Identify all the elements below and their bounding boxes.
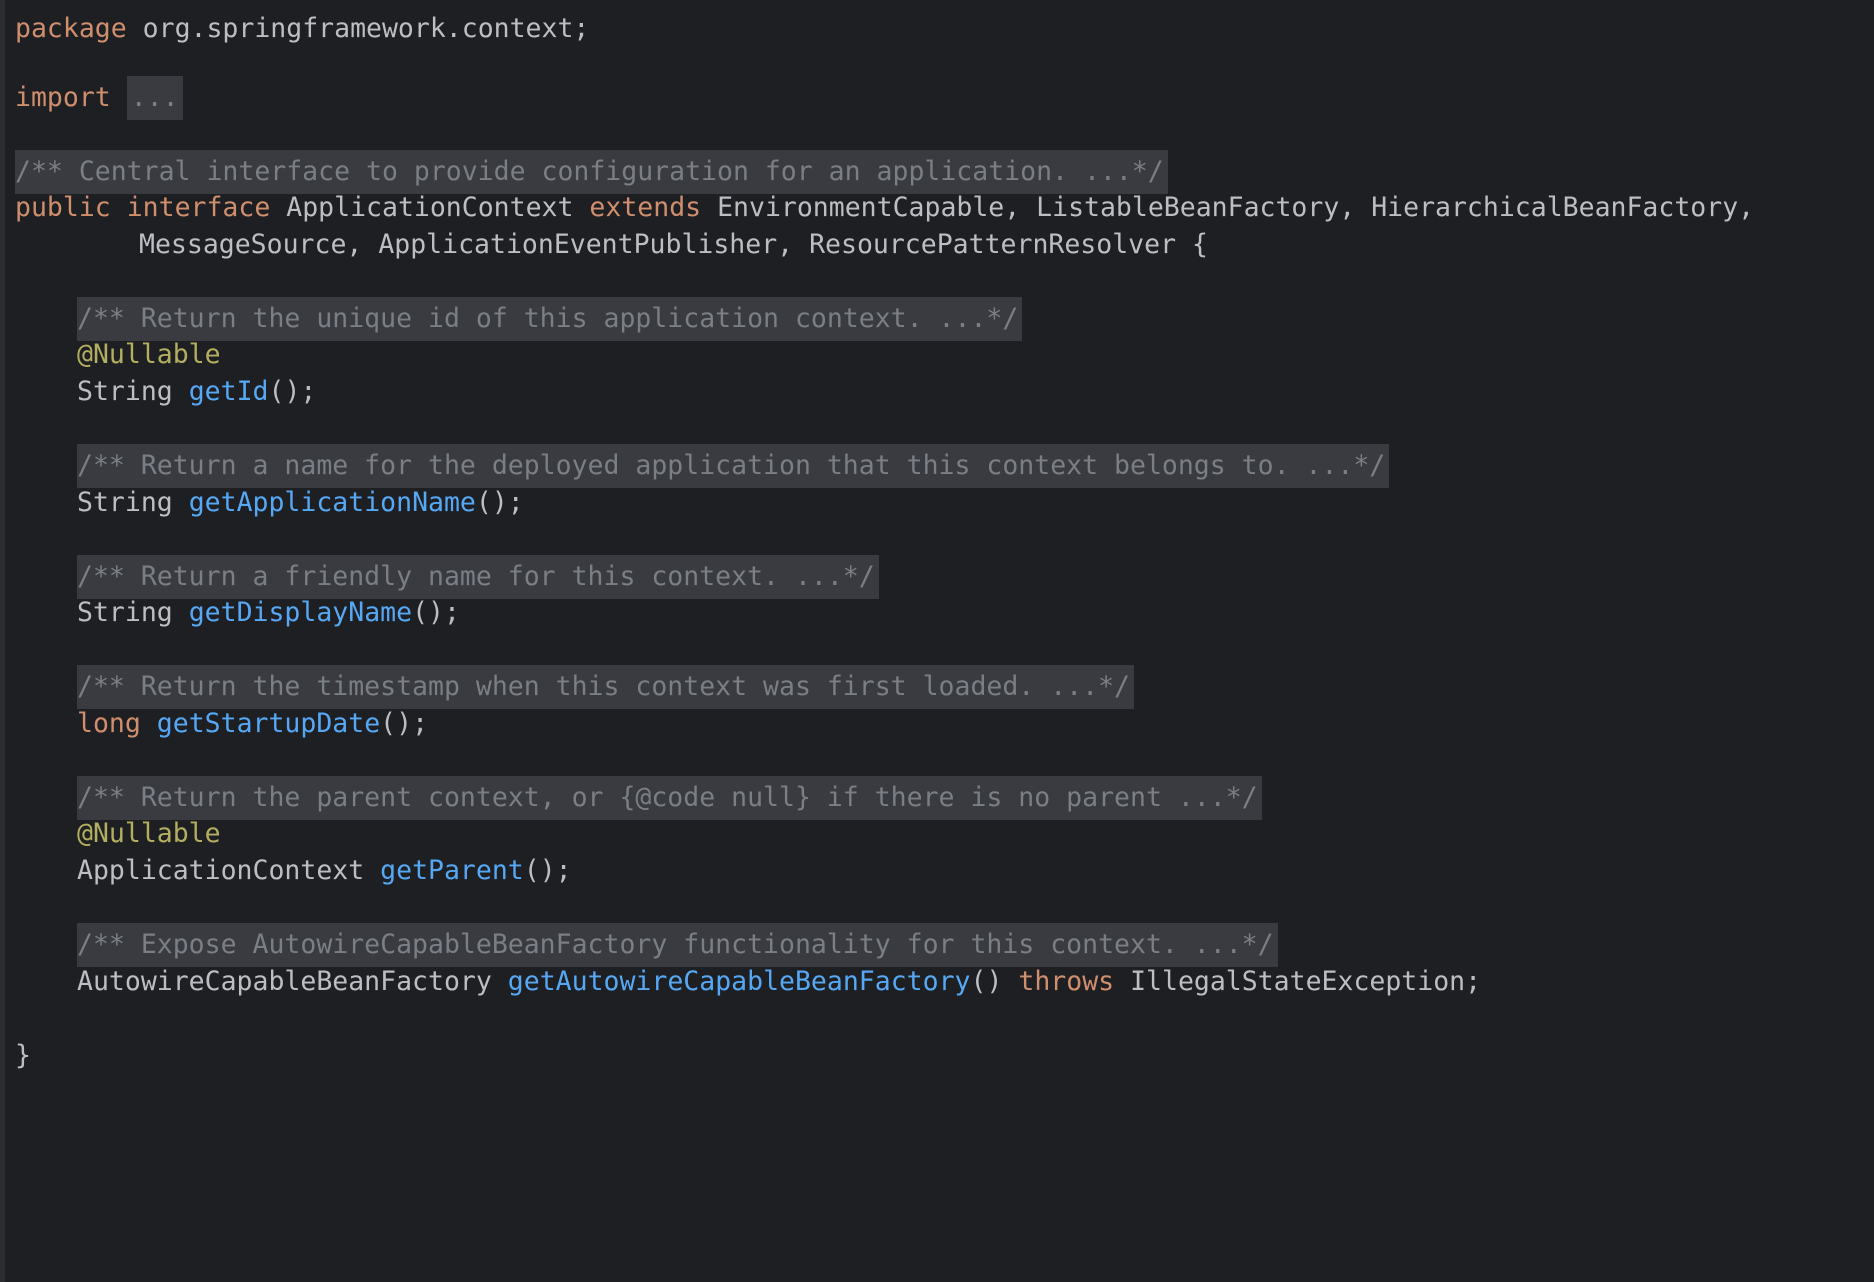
- import-keyword: import: [15, 82, 111, 113]
- return-type: String: [77, 376, 173, 407]
- interface-name: ApplicationContext: [286, 192, 574, 223]
- method-signature: String getId();: [77, 370, 316, 414]
- method-signature: ApplicationContext getParent();: [77, 849, 572, 893]
- return-type: String: [77, 487, 173, 518]
- closing-brace: }: [15, 1040, 31, 1071]
- method-signature: AutowireCapableBeanFactory getAutowireCa…: [77, 960, 1481, 1004]
- import-line: import ...: [15, 76, 183, 120]
- nullable-annotation: @Nullable: [77, 339, 221, 370]
- throws-keyword: throws: [1018, 966, 1115, 997]
- import-fold-toggle[interactable]: ...: [126, 76, 183, 120]
- package-keyword: package: [15, 13, 127, 44]
- extended-types: EnvironmentCapable, ListableBeanFactory,…: [717, 192, 1755, 223]
- method-suffix: ();: [412, 597, 460, 628]
- code-editor[interactable]: package org.springframework.context; imp…: [0, 0, 1874, 1282]
- return-type: String: [77, 597, 173, 628]
- return-type: ApplicationContext: [77, 855, 365, 886]
- nullable-annotation: @Nullable: [77, 818, 221, 849]
- method-signature: String getApplicationName();: [77, 481, 524, 525]
- method-name: getParent: [380, 855, 524, 886]
- package-line: package org.springframework.context;: [15, 7, 589, 51]
- interface-declaration-continued: MessageSource, ApplicationEventPublisher…: [139, 223, 1208, 267]
- method-name: getDisplayName: [188, 597, 413, 628]
- method-suffix: ();: [523, 855, 572, 886]
- public-keyword: public: [15, 192, 111, 223]
- return-type: AutowireCapableBeanFactory: [77, 966, 492, 997]
- method-suffix: ();: [268, 376, 317, 407]
- method-suffix: ();: [475, 487, 524, 518]
- method-parens: (): [970, 966, 1003, 997]
- method-signature: long getStartupDate();: [77, 702, 428, 746]
- method-signature: String getDisplayName();: [77, 591, 460, 635]
- package-name: org.springframework.context;: [142, 13, 590, 44]
- method-name: getApplicationName: [188, 487, 476, 518]
- method-name: getAutowireCapableBeanFactory: [507, 966, 971, 997]
- method-name: getId: [188, 376, 269, 407]
- closing-brace-line: }: [15, 1034, 31, 1078]
- extended-types-continued: MessageSource, ApplicationEventPublisher…: [139, 229, 1208, 260]
- return-type: long: [77, 708, 141, 739]
- method-suffix: ();: [380, 708, 429, 739]
- interface-keyword: interface: [126, 192, 271, 223]
- exception-type: IllegalStateException;: [1130, 966, 1482, 997]
- extends-keyword: extends: [589, 192, 702, 223]
- method-name: getStartupDate: [156, 708, 381, 739]
- member-doc-comment[interactable]: /** Return the parent context, or {@code…: [77, 776, 1262, 820]
- member-doc-line: /** Return the parent context, or {@code…: [77, 776, 1262, 820]
